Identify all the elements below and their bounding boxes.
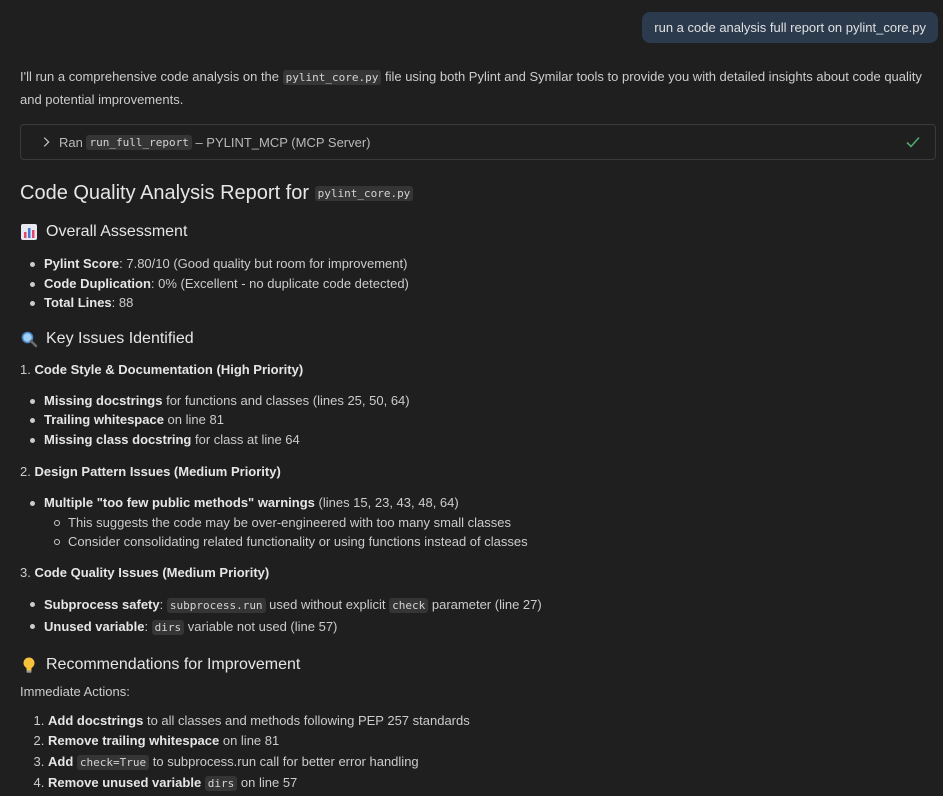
list-item: Subprocess safety: subprocess.run used w… [30,594,936,617]
issue-section-3-list: Subprocess safety: subprocess.run used w… [20,594,936,639]
list-item: Unused variable: dirs variable not used … [30,616,936,639]
immediate-actions-label: Immediate Actions: [20,683,130,699]
list-item: Missing docstrings for functions and cla… [30,391,936,411]
section-title: Code Quality Issues (Medium Priority) [34,564,270,580]
assistant-response: I'll run a comprehensive code analysis o… [20,66,936,795]
list-item: Multiple "too few public methods" warnin… [30,493,936,552]
item-text: : 0% (Excellent - no duplicate code dete… [150,275,409,291]
user-message-bubble: run a code analysis full report on pylin… [642,12,938,43]
tool-name-code: run_full_report [86,134,192,150]
lightbulb-icon [23,657,35,673]
report-title-text: Code Quality Analysis Report for [20,182,315,204]
user-message-text: run a code analysis full report on pylin… [654,20,926,35]
list-item: Remove unused variable dirs on line 57 [48,773,936,795]
inline-code: check=True [76,754,150,770]
magnifier-icon [21,331,38,347]
overall-assessment-heading: Overall Assessment [20,220,936,244]
item-text: : 7.80/10 (Good quality but room for imp… [119,256,408,271]
section-number: 2. [20,464,35,479]
inline-code: dirs [204,776,238,791]
intro-file-code: pylint_core.py [282,70,382,85]
bar-chart-icon [21,224,37,240]
section-number: 3. [20,564,35,580]
issue-section-2-title: 2. Design Pattern Issues (Medium Priorit… [20,461,936,483]
item-label: Multiple "too few public methods" warnin… [44,495,315,510]
item-label: Remove unused variable [48,775,202,790]
issue-section-2-list: Multiple "too few public methods" warnin… [20,493,936,552]
list-item: Code Duplication: 0% (Excellent - no dup… [30,274,936,294]
item-label: Trailing whitespace [44,412,164,427]
recommendations-heading: Recommendations for Improvement [20,653,936,677]
inline-code: dirs [151,620,185,635]
item-text: to all classes and methods following PEP… [143,712,470,728]
inline-code: check [389,597,429,613]
item-text: : [159,596,167,612]
check-icon [906,136,920,148]
list-item: Total Lines: 88 [30,293,936,313]
item-text: on line 81 [163,412,224,427]
tool-ran-label: Ran [59,134,83,150]
item-label: Code Duplication [44,275,151,291]
list-item: Add docstrings to all classes and method… [48,711,936,732]
item-label: Pylint Score [44,256,120,271]
section-title: Design Pattern Issues (Medium Priority) [34,464,281,479]
item-label: Missing docstrings [44,392,163,408]
recommendations-heading-text: Recommendations for Improvement [46,655,301,673]
item-label: Total Lines [44,295,112,310]
list-item: Trailing whitespace on line 81 [30,410,936,430]
list-item: Missing class docstring for class at lin… [30,430,936,450]
sub-list-item: This suggests the code may be over-engin… [54,513,936,533]
item-text: (lines 15, 23, 43, 48, 64) [314,495,459,510]
item-label: Unused variable [44,619,145,634]
section-title: Code Style & Documentation (High Priorit… [34,361,304,377]
issues-heading-text: Key Issues Identified [46,329,194,347]
section-number: 1. [20,361,35,377]
item-label: Add docstrings [48,712,144,728]
chevron-right-icon[interactable] [39,135,53,149]
item-label: Subprocess safety [44,596,160,612]
item-text: : [144,619,152,634]
intro-paragraph: I'll run a comprehensive code analysis o… [20,66,932,111]
item-text: : 88 [111,295,134,310]
report-title-file: pylint_core.py [314,185,414,201]
item-text: for functions and classes (lines 25, 50,… [162,392,410,408]
key-issues-heading: Key Issues Identified [20,327,936,351]
inline-code: subprocess.run [166,597,266,613]
list-item: Remove trailing whitespace on line 81 [48,731,936,752]
overall-list: Pylint Score: 7.80/10 (Good quality but … [20,254,936,313]
issue-section-1-list: Missing docstrings for functions and cla… [20,391,936,450]
intro-text: I'll run a comprehensive code analysis o… [20,69,283,84]
item-text: to subprocess.run call for better error … [149,753,419,769]
item-text: on line 57 [237,775,298,790]
overall-heading-text: Overall Assessment [46,223,188,240]
item-text: parameter (line 27) [428,596,542,612]
item-label: Remove trailing whitespace [48,733,220,748]
item-text: for class at line 64 [191,431,300,447]
tool-call-row[interactable]: Ran run_full_report – PYLINT_MCP (MCP Se… [20,124,936,160]
item-text: used without explicit [265,596,390,612]
list-item: Add check=True to subprocess.run call fo… [48,752,936,774]
item-label: Add [48,753,77,769]
recommendations-list: Add docstrings to all classes and method… [20,711,936,795]
sub-list-item: Consider consolidating related functiona… [54,532,936,552]
sub-list: This suggests the code may be over-engin… [44,513,936,552]
item-label: Missing class docstring [44,431,192,447]
item-text: on line 81 [219,733,280,748]
list-item: Pylint Score: 7.80/10 (Good quality but … [30,254,936,274]
tool-server-label: – PYLINT_MCP (MCP Server) [195,134,371,150]
item-text: variable not used (line 57) [184,619,338,634]
issue-section-3-title: 3. Code Quality Issues (Medium Priority) [20,562,936,584]
issue-section-1-title: 1. Code Style & Documentation (High Prio… [20,359,936,381]
report-title: Code Quality Analysis Report for pylint_… [20,178,936,208]
